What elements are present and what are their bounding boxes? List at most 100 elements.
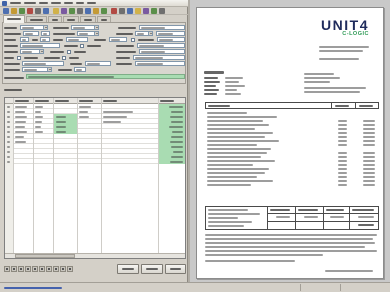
scrollbar-thumb[interactable]	[15, 254, 75, 258]
line-item-quantity	[338, 172, 347, 174]
toolbar-icon[interactable]	[111, 7, 117, 14]
toolbar-icon[interactable]	[135, 7, 141, 14]
tab[interactable]	[63, 16, 79, 22]
dropdown-arrow-icon[interactable]	[94, 25, 99, 30]
toolbar-icon[interactable]	[53, 7, 59, 14]
menu-item[interactable]	[39, 0, 48, 6]
nav-button[interactable]	[4, 266, 10, 272]
text-input[interactable]	[85, 61, 111, 66]
dropdown-arrow-icon[interactable]	[47, 67, 52, 72]
tab[interactable]	[48, 16, 62, 22]
text-input[interactable]	[139, 49, 185, 54]
action-button[interactable]	[165, 264, 186, 274]
text-input[interactable]	[133, 55, 185, 60]
toolbar-icon[interactable]	[85, 7, 91, 14]
toolbar-icon[interactable]	[159, 7, 165, 14]
action-button[interactable]	[141, 264, 163, 274]
tab[interactable]	[97, 16, 111, 22]
menu-item[interactable]	[24, 0, 36, 6]
nav-arrow-icon	[13, 268, 15, 270]
text-input[interactable]	[157, 37, 185, 42]
nav-button[interactable]	[53, 266, 59, 272]
dropdown-select[interactable]	[22, 67, 48, 72]
tab[interactable]	[80, 16, 96, 22]
toolbar-icon[interactable]	[3, 7, 9, 14]
amount-cell[interactable]	[159, 159, 185, 164]
text-input[interactable]	[137, 43, 185, 48]
toolbar-icon[interactable]	[27, 7, 33, 14]
toolbar-icon[interactable]	[35, 7, 41, 14]
text-input[interactable]	[20, 43, 60, 48]
nav-button[interactable]	[60, 266, 66, 272]
toolbar-icon[interactable]	[69, 7, 75, 14]
row-number-label	[7, 130, 10, 133]
menu-item[interactable]	[87, 0, 96, 6]
dropdown-arrow-icon[interactable]	[39, 49, 44, 54]
text-input[interactable]	[22, 61, 64, 66]
nav-arrow-icon	[34, 268, 36, 270]
dropdown-arrow-icon[interactable]	[94, 31, 99, 36]
nav-button[interactable]	[46, 266, 52, 272]
toolbar-icon[interactable]	[77, 7, 83, 14]
text-input[interactable]	[40, 37, 50, 42]
menu-item[interactable]	[64, 0, 73, 6]
toolbar-icon[interactable]	[93, 7, 99, 14]
text-input[interactable]	[139, 25, 185, 30]
field-label	[4, 56, 14, 59]
text-input[interactable]	[41, 31, 50, 36]
text-input[interactable]	[156, 31, 185, 36]
checkbox[interactable]	[17, 55, 21, 60]
line-item-quantity	[338, 152, 347, 154]
dropdown-arrow-icon[interactable]	[43, 25, 48, 30]
totals-value	[330, 216, 344, 218]
text-input[interactable]	[26, 74, 185, 79]
nav-button[interactable]	[25, 266, 31, 272]
text-input[interactable]	[66, 37, 88, 42]
dropdown-select[interactable]	[135, 31, 149, 36]
dropdown-select[interactable]	[20, 25, 44, 30]
horizontal-scrollbar[interactable]	[5, 253, 185, 258]
toolbar-icon[interactable]	[11, 7, 17, 14]
dropdown-select[interactable]	[20, 49, 40, 54]
checkbox[interactable]	[62, 55, 66, 60]
line-item-description	[207, 148, 271, 150]
checkbox[interactable]	[80, 43, 84, 48]
menu-item[interactable]	[76, 0, 84, 6]
toolbar-icon[interactable]	[61, 7, 67, 14]
line-item-quantity	[338, 132, 347, 134]
toolbar-icon[interactable]	[151, 7, 157, 14]
toolbar-icon[interactable]	[19, 7, 25, 14]
nav-button[interactable]	[32, 266, 38, 272]
line-item-amount	[363, 136, 375, 138]
nav-button[interactable]	[11, 266, 17, 272]
tab[interactable]	[26, 16, 47, 22]
text-input[interactable]	[23, 31, 39, 36]
toolbar-icon[interactable]	[143, 7, 149, 14]
line-item-quantity	[338, 120, 347, 122]
checkbox[interactable]	[67, 49, 71, 54]
checkbox[interactable]	[131, 37, 135, 42]
toolbar-icon[interactable]	[127, 7, 133, 14]
menu-item[interactable]	[51, 0, 61, 6]
text-input[interactable]	[74, 67, 86, 72]
nav-button[interactable]	[18, 266, 24, 272]
dropdown-select[interactable]	[71, 25, 95, 30]
menu-item[interactable]	[10, 0, 21, 6]
dropdown-select[interactable]	[77, 31, 95, 36]
action-button[interactable]	[117, 264, 139, 274]
text-input[interactable]	[20, 37, 29, 42]
dropdown-arrow-icon[interactable]	[148, 31, 153, 36]
toolbar-icon[interactable]	[119, 7, 125, 14]
nav-button[interactable]	[39, 266, 45, 272]
line-item-amount	[363, 172, 375, 174]
nav-button[interactable]	[67, 266, 73, 272]
status-bar	[0, 282, 390, 292]
toolbar-icon[interactable]	[101, 7, 107, 14]
tab[interactable]	[3, 15, 25, 23]
line-item-amount	[363, 132, 375, 134]
text-input[interactable]	[109, 37, 127, 42]
text-input[interactable]	[135, 61, 185, 66]
field-label	[116, 62, 132, 65]
toolbar-icon[interactable]	[43, 7, 49, 14]
tab-label	[84, 18, 92, 21]
